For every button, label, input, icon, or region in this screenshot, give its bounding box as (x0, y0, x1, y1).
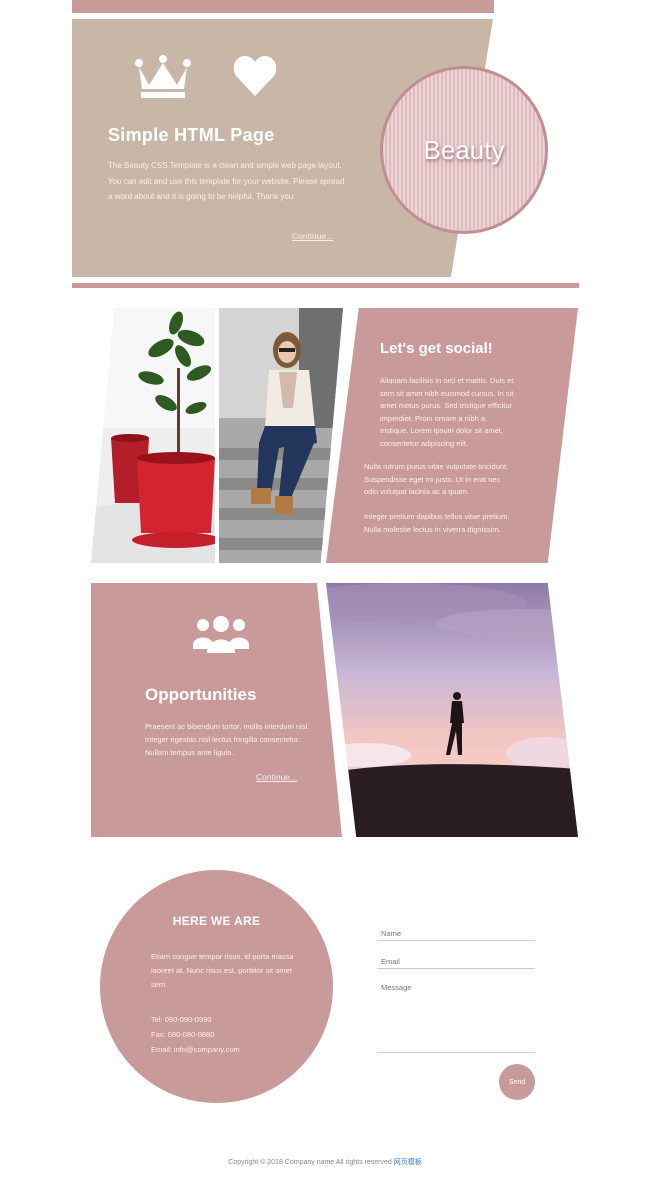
users-icon (193, 615, 249, 655)
crown-icon (135, 55, 191, 99)
opportunities-title: Opportunities (145, 685, 257, 704)
hero-title: Simple HTML Page (108, 125, 275, 145)
beauty-badge: Beauty (380, 66, 548, 234)
heart-icon (233, 56, 277, 96)
hero-divider (72, 283, 579, 288)
contact-email: Email: info@company.com (151, 1045, 240, 1054)
footer-link[interactable]: 网页模板 (394, 1159, 422, 1166)
contact-address: Etiam congue tempor risus, id porta mass… (151, 952, 294, 989)
hiker-sunset-image (326, 583, 578, 837)
opportunities-continue-link[interactable]: Continue... (256, 772, 297, 782)
top-bar (72, 0, 494, 13)
contact-fax: Fax: 080-080-0880 (151, 1030, 215, 1039)
hero-description: The Beauty CSS Template is a clean and s… (108, 161, 345, 201)
opportunities-description: Praesent ac bibendum tortor, mollis inte… (145, 722, 310, 757)
email-field[interactable] (377, 955, 535, 969)
footer-copyright: Copyright © 2018 Company name All rights… (0, 1157, 650, 1167)
contact-tel: Tel: 090-090-0990 (151, 1015, 212, 1024)
contact-title: HERE WE ARE (172, 914, 261, 928)
copyright-text: Copyright © 2018 Company name All rights… (228, 1159, 392, 1166)
social-paragraph-3: Integer pretium dapibus tellus vitae pre… (364, 512, 510, 534)
social-paragraph-1: Aliquam facilisis in orci et mattis. Dui… (380, 376, 514, 448)
name-field[interactable] (377, 927, 535, 941)
hero-continue-link[interactable]: Continue... (292, 231, 333, 241)
social-title: Let's get social! (380, 340, 493, 357)
message-field[interactable] (377, 983, 535, 1053)
social-paragraph-2: Nulla rutrum purus vitae vulputate tinci… (364, 462, 509, 496)
send-button[interactable]: Send (499, 1064, 535, 1100)
beauty-badge-label: Beauty (423, 134, 505, 165)
plant-image (91, 308, 215, 563)
woman-sitting-image (219, 308, 343, 563)
